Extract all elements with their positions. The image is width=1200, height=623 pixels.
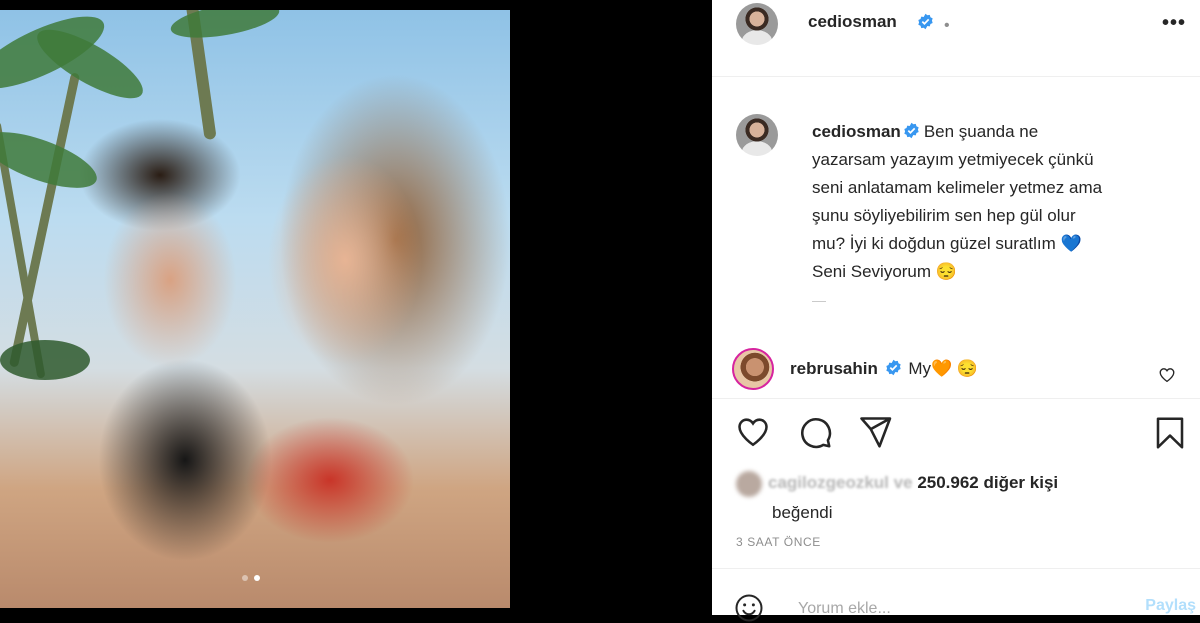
more-options-button[interactable]: ••• [1162, 12, 1186, 35]
likes-count-link[interactable]: 250.962 diğer kişi [917, 473, 1058, 492]
commenter-avatar[interactable] [732, 348, 774, 390]
liker-username[interactable]: cagilozgeozkul [768, 473, 889, 492]
caption-more[interactable]: — [812, 292, 826, 308]
carousel-dots [242, 575, 260, 581]
comment-text: My🧡 😔 [908, 359, 979, 378]
share-icon[interactable] [856, 414, 894, 450]
heart-icon[interactable] [734, 414, 772, 450]
comment-icon[interactable] [796, 414, 834, 450]
author-avatar[interactable] [736, 3, 778, 45]
liker-avatar[interactable] [736, 470, 762, 497]
comment-input[interactable] [796, 599, 1100, 619]
post-photo[interactable] [0, 10, 510, 608]
comment-body: rebrusahin My🧡 😔 [790, 359, 978, 379]
verified-badge-icon [904, 122, 919, 139]
caption-username[interactable]: cediosman [812, 122, 901, 141]
post-actions [734, 414, 1184, 454]
caption-author-avatar[interactable] [736, 114, 778, 156]
author-username[interactable]: cediosman [808, 12, 897, 32]
post-panel: cediosman • ••• cediosman Ben şuanda ne y… [712, 0, 1200, 622]
commenter-username[interactable]: rebrusahin [790, 359, 878, 378]
comment-item: rebrusahin My🧡 😔 [732, 348, 1182, 392]
post-caption: cediosman Ben şuanda ne yazarsam yazayım … [812, 118, 1112, 286]
post-comment-button[interactable]: Paylaş [1145, 597, 1196, 615]
comment-like-icon[interactable] [1158, 366, 1176, 384]
post-timestamp[interactable]: 3 SAAT ÖNCE [736, 535, 821, 549]
carousel-dot-active[interactable] [254, 575, 260, 581]
actions-divider [712, 398, 1200, 399]
post-header: cediosman • ••• [712, 0, 1200, 77]
caption-text: Ben şuanda ne yazarsam yazayım yetmiyece… [812, 122, 1103, 281]
verified-badge-icon [918, 13, 933, 30]
smiley-icon[interactable] [734, 593, 764, 623]
carousel-dot[interactable] [242, 575, 248, 581]
post-media [0, 0, 712, 615]
likes-connector: ve [893, 473, 913, 492]
header-separator: • [944, 17, 950, 34]
bookmark-icon[interactable] [1152, 414, 1188, 452]
comment-form: Paylaş [712, 568, 1200, 622]
verified-badge-icon [885, 359, 901, 376]
likes-summary: cagilozgeozkul ve 250.962 diğer kişi beğ… [736, 468, 1176, 528]
likes-suffix: beğendi [772, 503, 833, 522]
